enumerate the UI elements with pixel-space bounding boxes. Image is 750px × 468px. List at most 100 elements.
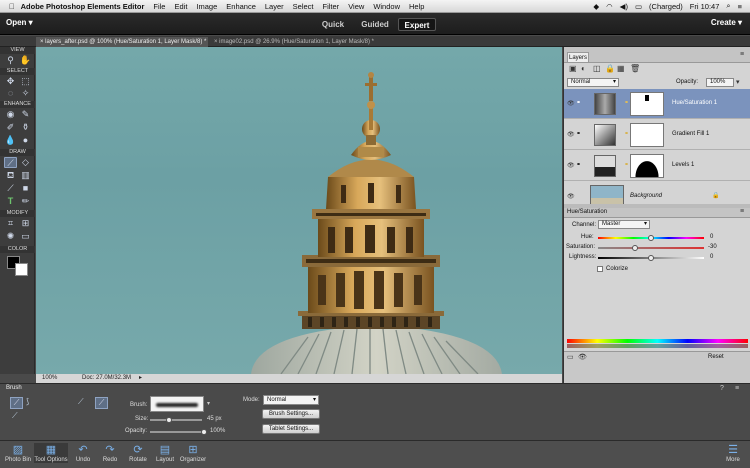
create-button[interactable]: Create ▾: [711, 18, 742, 27]
tool-options-button[interactable]: ▦ Tool Options: [34, 443, 68, 463]
link-icon[interactable]: ⚭: [576, 99, 581, 106]
add-mask-icon[interactable]: ◫: [593, 64, 601, 73]
brush-dropdown-icon[interactable]: ▾: [207, 400, 210, 407]
hue-slider[interactable]: [598, 235, 704, 241]
view-previous-icon[interactable]: 👁: [578, 353, 587, 361]
content-aware-move-icon[interactable]: ✺: [4, 231, 17, 242]
menu-image[interactable]: Image: [196, 2, 217, 11]
layer-mask-thumbnail[interactable]: [630, 154, 664, 178]
status-arrow-icon[interactable]: ▸: [139, 374, 142, 383]
opacity-slider-knob[interactable]: [201, 429, 207, 435]
organizer-button[interactable]: ⊞ Organizer: [176, 443, 210, 463]
opacity-value[interactable]: 100%: [210, 428, 225, 434]
paint-bucket-icon[interactable]: ⛾: [4, 170, 17, 181]
layer-row-hue-saturation[interactable]: 👁 ⚭ ⚭ Hue/Saturation 1: [564, 89, 750, 119]
delete-layer-icon[interactable]: 🗑: [630, 64, 640, 73]
opacity-slider[interactable]: [150, 429, 207, 435]
blend-mode-select[interactable]: Normal ▾: [567, 78, 619, 87]
opacity-field[interactable]: 100%: [706, 78, 734, 87]
lightness-slider-knob[interactable]: [648, 255, 654, 261]
eraser-tool-icon[interactable]: ◇: [19, 157, 32, 168]
dropbox-icon[interactable]: ◆: [593, 2, 599, 11]
tab-layers-after[interactable]: × layers_after.psd @ 100% (Hue/Saturatio…: [36, 37, 208, 47]
new-adjustment-icon[interactable]: ◐: [581, 64, 586, 73]
menu-filter[interactable]: Filter: [323, 2, 340, 11]
app-name[interactable]: Adobe Photoshop Elements Editor: [21, 2, 145, 11]
background-color-swatch[interactable]: [15, 263, 28, 276]
photo-bin-button[interactable]: ▨ Photo Bin: [3, 443, 33, 463]
brush-mode-icon[interactable]: ⟋: [10, 397, 23, 409]
straighten-tool-icon[interactable]: ▭: [19, 231, 32, 242]
layer-mask-thumbnail[interactable]: [630, 123, 664, 147]
list-icon[interactable]: ≡: [738, 2, 742, 11]
mask-link-icon[interactable]: ⚭: [624, 130, 629, 137]
move-tool-icon[interactable]: ✥: [4, 76, 17, 87]
size-slider-knob[interactable]: [166, 417, 172, 423]
visibility-eye-icon[interactable]: 👁: [567, 162, 575, 169]
panel-menu-icon[interactable]: ≡: [740, 51, 744, 58]
brush-preset-picker[interactable]: [150, 396, 204, 412]
menu-window[interactable]: Window: [373, 2, 400, 11]
red-eye-tool-icon[interactable]: ◉: [4, 109, 17, 120]
healing-brush-icon[interactable]: ✎: [19, 109, 32, 120]
link-icon[interactable]: ⚭: [576, 130, 581, 137]
magic-wand-icon[interactable]: ✧: [19, 88, 32, 99]
doc-size[interactable]: Doc: 27.0M/32.3M: [82, 374, 131, 383]
menu-enhance[interactable]: Enhance: [226, 2, 256, 11]
clip-to-layer-icon[interactable]: ▭: [567, 353, 574, 361]
smart-brush-icon[interactable]: ✐: [4, 122, 17, 133]
brush-tool-icon[interactable]: ⟋: [4, 157, 17, 168]
rotate-button[interactable]: ⟳ Rotate: [123, 443, 153, 463]
lightness-slider[interactable]: [598, 255, 704, 261]
wifi-icon[interactable]: ◠: [606, 2, 613, 11]
sponge-tool-icon[interactable]: ●: [19, 135, 32, 146]
saturation-slider[interactable]: [598, 245, 704, 251]
lock-icon[interactable]: 🔒: [712, 192, 719, 199]
saturation-slider-knob[interactable]: [632, 245, 639, 251]
visibility-eye-icon[interactable]: 👁: [567, 100, 575, 107]
redo-button[interactable]: ↷ Redo: [95, 443, 125, 463]
open-button[interactable]: Open ▾: [6, 18, 33, 27]
zoom-tool-icon[interactable]: ⚲: [4, 55, 17, 66]
eyedropper-icon[interactable]: ⟋: [4, 183, 17, 194]
visibility-eye-icon[interactable]: 👁: [567, 131, 575, 138]
color-replacement-icon[interactable]: ⟋: [12, 411, 18, 421]
layers-tab[interactable]: Layers: [567, 52, 589, 62]
options-menu-icon[interactable]: ≡: [735, 385, 739, 392]
hue-value[interactable]: 0: [710, 234, 713, 240]
menu-edit[interactable]: Edit: [174, 2, 187, 11]
undo-button[interactable]: ↶ Undo: [68, 443, 98, 463]
opacity-dropdown-icon[interactable]: ▾: [736, 78, 740, 86]
airbrush-icon[interactable]: ⟋: [78, 397, 84, 407]
volume-icon[interactable]: ◀): [620, 2, 628, 11]
clock[interactable]: Fri 10:47: [690, 2, 720, 11]
impressionist-brush-icon[interactable]: ⟆: [26, 397, 29, 406]
lasso-tool-icon[interactable]: ◌: [4, 88, 17, 99]
menu-view[interactable]: View: [348, 2, 364, 11]
visibility-eye-icon[interactable]: 👁: [567, 193, 575, 200]
battery-icon[interactable]: ▭: [635, 2, 642, 11]
mode-expert[interactable]: Expert: [398, 18, 436, 31]
lightness-value[interactable]: 0: [710, 254, 713, 260]
marquee-tool-icon[interactable]: ⬚: [19, 76, 32, 87]
blur-tool-icon[interactable]: 💧: [4, 135, 17, 146]
mask-link-icon[interactable]: ⚭: [624, 161, 629, 168]
mode-guided[interactable]: Guided: [356, 18, 394, 31]
channel-select[interactable]: Master ▾: [598, 220, 650, 229]
help-icon[interactable]: ?: [720, 385, 724, 392]
recompose-tool-icon[interactable]: ⊞: [19, 218, 32, 229]
layer-row-gradient-fill[interactable]: 👁 ⚭ ⚭ Gradient Fill 1: [564, 120, 750, 150]
brush-settings-button[interactable]: Brush Settings...: [262, 409, 320, 419]
type-tool-icon[interactable]: T: [4, 196, 17, 207]
saturation-value[interactable]: -30: [708, 244, 717, 250]
zoom-level[interactable]: 100%: [42, 374, 57, 383]
tablet-pressure-icon[interactable]: ⟋: [95, 397, 108, 409]
mask-link-icon[interactable]: ⚭: [624, 99, 629, 106]
gradient-tool-icon[interactable]: ▥: [19, 170, 32, 181]
tablet-settings-button[interactable]: Tablet Settings...: [262, 424, 320, 434]
size-slider[interactable]: [150, 417, 202, 423]
menu-select[interactable]: Select: [293, 2, 314, 11]
size-value[interactable]: 45 px: [207, 416, 222, 422]
mode-quick[interactable]: Quick: [316, 18, 350, 31]
search-icon[interactable]: ⌕: [726, 1, 730, 11]
